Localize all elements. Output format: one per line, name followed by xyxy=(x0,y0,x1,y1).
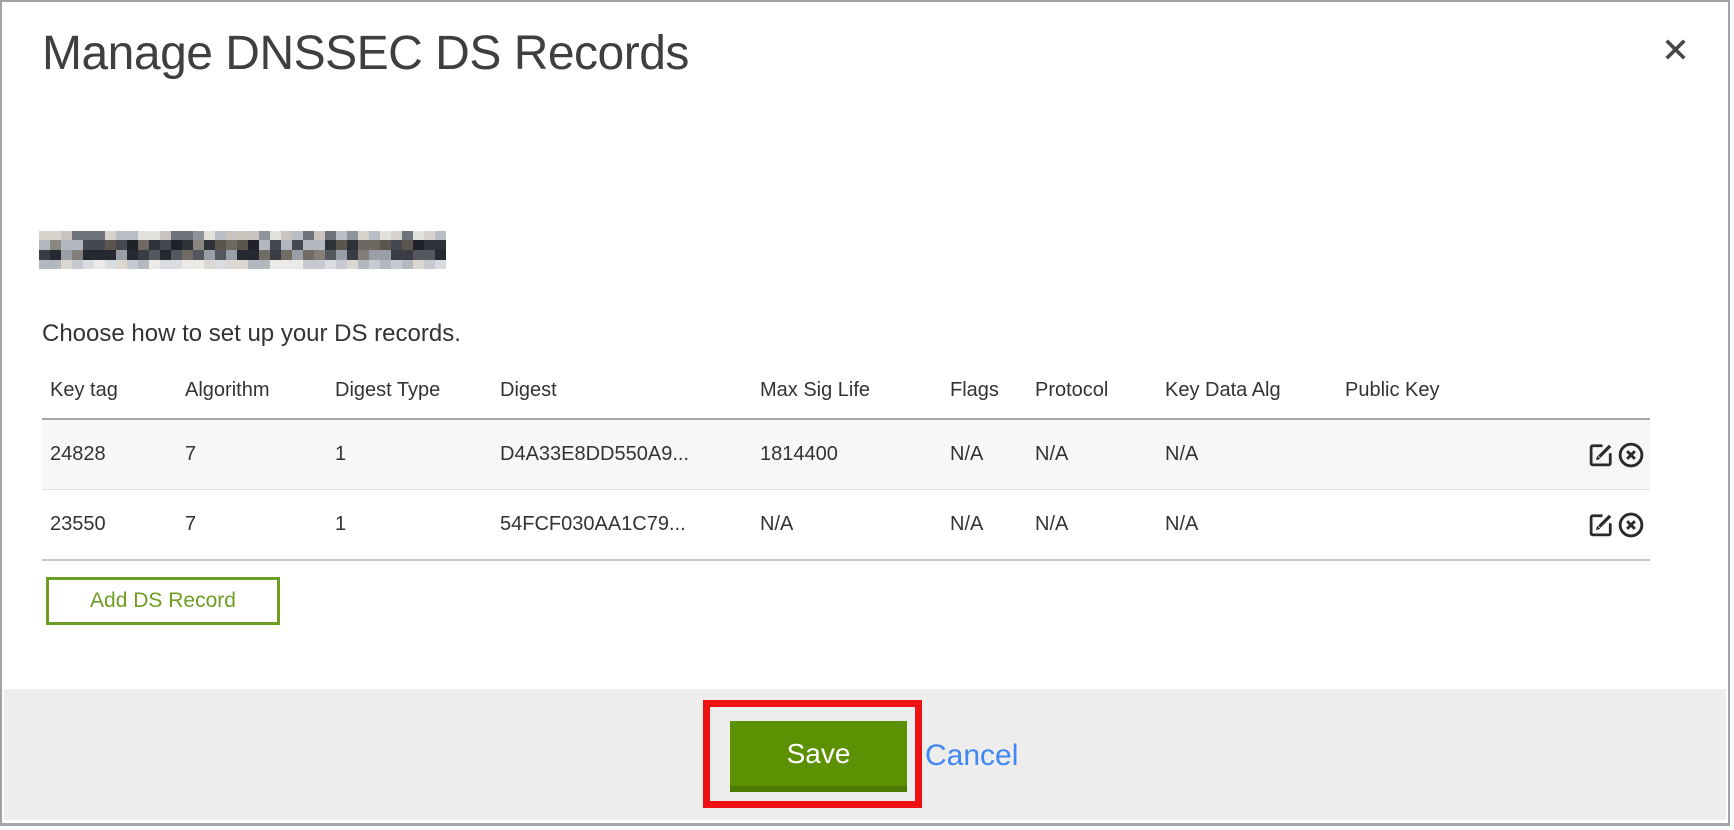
cell-digest: D4A33E8DD550A9... xyxy=(492,419,752,490)
cell-digest-type: 1 xyxy=(327,419,492,490)
cell-algorithm: 7 xyxy=(177,419,327,490)
edit-record-button[interactable] xyxy=(1586,510,1616,540)
delete-circle-icon xyxy=(1616,458,1646,473)
manage-dnssec-modal: Manage DNSSEC DS Records Choose how to s… xyxy=(0,0,1730,826)
delete-record-button[interactable] xyxy=(1616,440,1646,470)
save-button[interactable]: Save xyxy=(730,721,907,792)
cell-key-data-alg: N/A xyxy=(1157,490,1337,561)
edit-record-button[interactable] xyxy=(1586,440,1616,470)
delete-circle-icon xyxy=(1616,528,1646,543)
add-ds-record-button[interactable]: Add DS Record xyxy=(46,577,280,625)
col-header-public-key: Public Key xyxy=(1337,363,1527,419)
table-row: 24828 7 1 D4A33E8DD550A9... 1814400 N/A … xyxy=(42,419,1650,490)
cell-protocol: N/A xyxy=(1027,419,1157,490)
delete-record-button[interactable] xyxy=(1616,510,1646,540)
col-header-flags: Flags xyxy=(942,363,1027,419)
close-icon xyxy=(1662,51,1689,66)
col-header-algorithm: Algorithm xyxy=(177,363,327,419)
table-row: 23550 7 1 54FCF030AA1C79... N/A N/A N/A … xyxy=(42,490,1650,561)
modal-footer: Save Cancel xyxy=(4,689,1726,820)
cell-max-sig-life: 1814400 xyxy=(752,419,942,490)
row-actions xyxy=(1527,490,1650,561)
cell-key-tag: 23550 xyxy=(42,490,177,561)
table-header-row: Key tag Algorithm Digest Type Digest Max… xyxy=(42,363,1650,419)
cell-public-key xyxy=(1337,419,1527,490)
cell-digest-type: 1 xyxy=(327,490,492,561)
cell-flags: N/A xyxy=(942,419,1027,490)
col-header-actions xyxy=(1527,363,1650,419)
close-button[interactable] xyxy=(1658,32,1692,66)
ds-records-table: Key tag Algorithm Digest Type Digest Max… xyxy=(42,363,1650,561)
page-background: Manage DNSSEC DS Records Choose how to s… xyxy=(0,0,1734,830)
cell-public-key xyxy=(1337,490,1527,561)
instructions-text: Choose how to set up your DS records. xyxy=(42,320,461,348)
col-header-max-sig-life: Max Sig Life xyxy=(752,363,942,419)
edit-icon xyxy=(1586,458,1616,473)
cancel-link[interactable]: Cancel xyxy=(925,739,1018,773)
cell-key-tag: 24828 xyxy=(42,419,177,490)
row-actions xyxy=(1527,419,1650,490)
col-header-key-tag: Key tag xyxy=(42,363,177,419)
edit-icon xyxy=(1586,528,1616,543)
col-header-key-data-alg: Key Data Alg xyxy=(1157,363,1337,419)
col-header-digest: Digest xyxy=(492,363,752,419)
cell-protocol: N/A xyxy=(1027,490,1157,561)
cell-key-data-alg: N/A xyxy=(1157,419,1337,490)
cell-algorithm: 7 xyxy=(177,490,327,561)
col-header-protocol: Protocol xyxy=(1027,363,1157,419)
cell-digest: 54FCF030AA1C79... xyxy=(492,490,752,561)
cell-flags: N/A xyxy=(942,490,1027,561)
col-header-digest-type: Digest Type xyxy=(327,363,492,419)
redacted-domain-name xyxy=(39,231,446,269)
cell-max-sig-life: N/A xyxy=(752,490,942,561)
modal-title: Manage DNSSEC DS Records xyxy=(42,26,689,81)
